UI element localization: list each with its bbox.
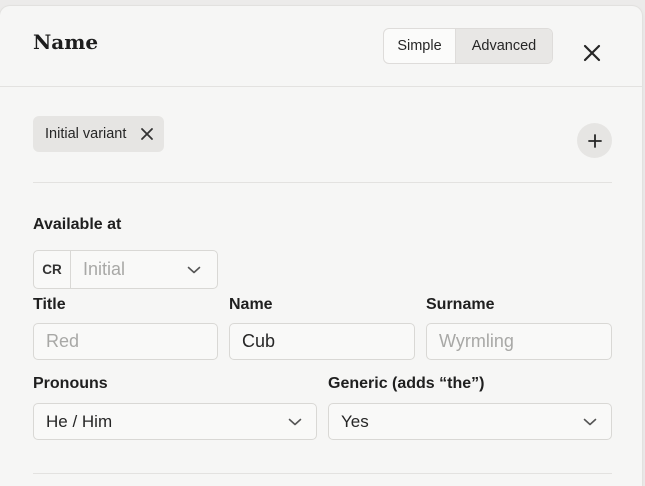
generic-label: Generic (adds “the”) [328,375,485,392]
cr-prefix: CR [34,251,71,288]
close-icon [141,128,154,140]
chevron-down-icon [187,266,201,274]
pronouns-value: He / Him [46,411,113,431]
title-input[interactable]: Red [33,323,218,360]
surname-label: Surname [426,296,495,313]
available-at-label: Available at [33,216,122,233]
available-at-value: Initial [83,259,126,279]
close-button[interactable] [578,39,606,67]
mode-toggle: Simple Advanced [383,28,553,64]
close-icon [583,44,601,62]
variant-chip-label: Initial variant [45,126,127,142]
pronouns-select[interactable]: He / Him [33,403,317,440]
plus-icon [587,133,602,148]
chevron-down-icon [288,418,302,426]
available-at-select[interactable]: CR Initial [33,250,218,289]
chevron-down-icon [583,418,597,426]
dialog-title: Name [33,30,99,54]
divider [33,473,612,474]
divider [33,182,612,183]
name-label: Name [229,296,273,313]
variant-chip[interactable]: Initial variant [33,116,165,152]
simple-mode-button[interactable]: Simple [384,29,455,63]
name-input[interactable]: Cub [229,323,415,360]
surname-input[interactable]: Wyrmling [426,323,612,360]
generic-select[interactable]: Yes [328,403,612,440]
pronouns-label: Pronouns [33,375,108,392]
advanced-mode-button[interactable]: Advanced [455,29,552,63]
dialog-header: Name Simple Advanced [0,6,642,87]
name-dialog: Name Simple Advanced Initial variant Ava… [0,6,642,486]
generic-value: Yes [341,411,369,431]
remove-variant-button[interactable] [140,127,154,141]
add-variant-button[interactable] [577,123,612,158]
title-label: Title [33,296,66,313]
